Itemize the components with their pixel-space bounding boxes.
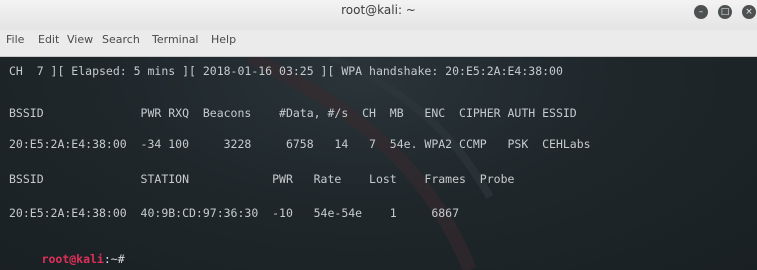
window-title: root@kali: ~: [341, 3, 416, 17]
terminal-output[interactable]: CH 7 ][ Elapsed: 5 mins ][ 2018-01-16 03…: [0, 57, 757, 270]
ap-header-row: BSSID PWR RXQ Beacons #Data, #/s CH MB E…: [9, 106, 577, 120]
ap-data-row: 20:E5:2A:E4:38:00 -34 100 3228 6758 14 7…: [9, 137, 591, 151]
status-line: CH 7 ][ Elapsed: 5 mins ][ 2018-01-16 03…: [9, 64, 563, 78]
menu-edit[interactable]: Edit: [38, 33, 59, 46]
title-bar[interactable]: root@kali: ~ – □ ×: [0, 0, 757, 30]
shell-prompt[interactable]: root@kali:~#: [0, 238, 125, 270]
menu-bar: File Edit View Search Terminal Help: [0, 30, 757, 57]
maximize-button[interactable]: □: [718, 5, 732, 19]
prompt-user: root@kali: [41, 252, 104, 266]
close-button[interactable]: ×: [742, 5, 756, 19]
minimize-button[interactable]: –: [694, 5, 708, 19]
menu-help[interactable]: Help: [211, 33, 236, 46]
menu-file[interactable]: File: [6, 33, 24, 46]
station-data-row: 20:E5:2A:E4:38:00 40:9B:CD:97:36:30 -10 …: [9, 206, 460, 220]
menu-search[interactable]: Search: [102, 33, 140, 46]
station-header-row: BSSID STATION PWR Rate Lost Frames Probe: [9, 172, 515, 186]
menu-view[interactable]: View: [67, 33, 93, 46]
terminal-window: root@kali: ~ – □ × File Edit View Search…: [0, 0, 757, 270]
prompt-path: :~#: [103, 252, 125, 266]
menu-terminal[interactable]: Terminal: [152, 33, 199, 46]
